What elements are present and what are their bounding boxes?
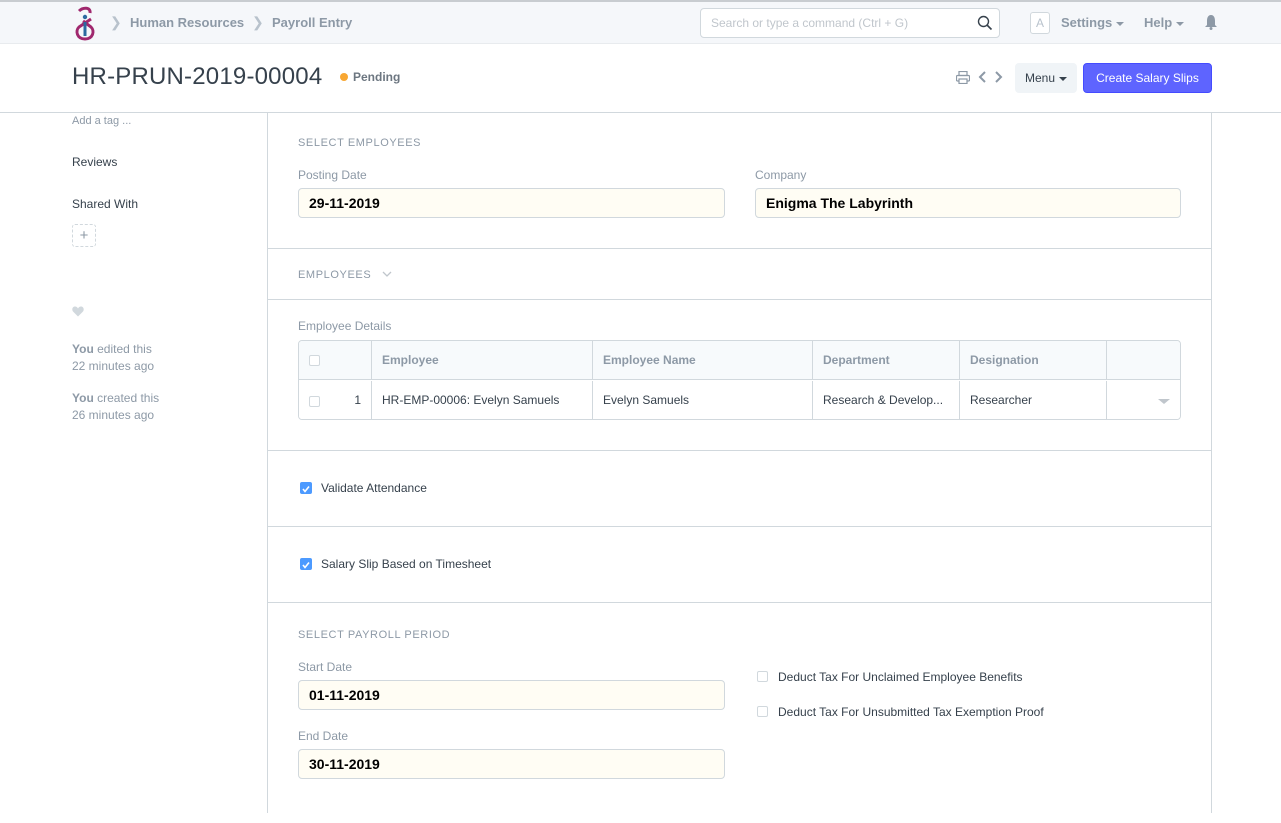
end-date-field[interactable]: 30-11-2019	[298, 749, 725, 779]
next-icon[interactable]	[993, 70, 1003, 84]
help-label: Help	[1144, 15, 1173, 30]
row-checkbox[interactable]	[309, 396, 320, 407]
settings-label: Settings	[1061, 15, 1113, 30]
posting-date-field[interactable]: 29-11-2019	[298, 188, 725, 218]
create-salary-slips-button[interactable]: Create Salary Slips	[1083, 63, 1212, 93]
section-title: SELECT PAYROLL PERIOD	[298, 629, 451, 641]
salary-slip-timesheet-label[interactable]: Salary Slip Based on Timesheet	[321, 557, 491, 571]
status-badge: Pending	[340, 70, 400, 84]
company-field[interactable]: Enigma The Labyrinth	[755, 188, 1181, 218]
table-row[interactable]: 1 HR-EMP-00006: Evelyn Samuels Evelyn Sa…	[299, 381, 1180, 419]
section-salary-slip-timesheet: Salary Slip Based on Timesheet	[268, 527, 1211, 603]
activity-time: 22 minutes ago	[72, 359, 155, 373]
caret-down-icon	[1176, 21, 1185, 26]
search-bar[interactable]	[700, 8, 1000, 38]
column-header: Employee	[372, 341, 593, 380]
settings-dropdown[interactable]: Settings	[1061, 15, 1125, 30]
shared-with-heading: Shared With	[72, 197, 139, 211]
activity-action: edited this	[93, 342, 152, 356]
activity-item: You created this 26 minutes ago	[72, 390, 159, 424]
activity-item: You edited this 22 minutes ago	[72, 341, 154, 375]
reviews-heading: Reviews	[72, 155, 118, 169]
navbar: ❯ Human Resources ❯ Payroll Entry A Sett…	[0, 0, 1281, 44]
chevron-down-icon[interactable]	[382, 270, 392, 278]
caret-down-icon	[1116, 21, 1125, 26]
employee-details-label: Employee Details	[298, 319, 392, 333]
column-header: Designation	[960, 341, 1107, 380]
previous-icon[interactable]	[978, 70, 988, 84]
add-tag-link[interactable]: Add a tag ...	[72, 115, 131, 127]
start-date-label: Start Date	[298, 660, 353, 674]
search-icon[interactable]	[977, 15, 993, 31]
add-share-button[interactable]: +	[72, 224, 96, 247]
help-dropdown[interactable]: Help	[1144, 15, 1185, 30]
row-expand-icon[interactable]	[1158, 399, 1170, 404]
activity-user: You	[72, 391, 94, 405]
like-heart-icon[interactable]	[72, 306, 84, 317]
end-date-label: End Date	[298, 729, 349, 743]
select-all-checkbox[interactable]	[309, 355, 320, 366]
app-logo-icon[interactable]	[73, 5, 97, 41]
page-title: HR-PRUN-2019-00004	[72, 63, 323, 90]
breadcrumb-payroll-entry[interactable]: Payroll Entry	[272, 15, 352, 30]
section-title: SELECT EMPLOYEES	[298, 137, 422, 149]
validate-attendance-label[interactable]: Validate Attendance	[321, 481, 427, 495]
breadcrumb-human-resources[interactable]: Human Resources	[130, 15, 244, 30]
deduct-unsubmitted-label[interactable]: Deduct Tax For Unsubmitted Tax Exemption…	[778, 705, 1044, 719]
row-actions-cell[interactable]	[1107, 381, 1180, 419]
column-header-actions	[1107, 341, 1180, 380]
page-header: HR-PRUN-2019-00004 Pending Menu Create S…	[0, 44, 1281, 113]
section-payroll-period: SELECT PAYROLL PERIOD Start Date 01-11-2…	[268, 603, 1211, 823]
select-all-cell	[299, 341, 372, 380]
deduct-unclaimed-checkbox[interactable]	[757, 671, 768, 682]
section-title[interactable]: EMPLOYEES	[298, 269, 371, 281]
activity-action: created this	[93, 391, 160, 405]
column-header: Employee Name	[593, 341, 813, 380]
department-cell[interactable]: Research & Develop...	[813, 381, 960, 419]
start-date-field[interactable]: 01-11-2019	[298, 680, 725, 710]
validate-attendance-checkbox[interactable]	[300, 482, 312, 494]
breadcrumb-separator-icon: ❯	[252, 14, 264, 30]
deduct-unclaimed-label[interactable]: Deduct Tax For Unclaimed Employee Benefi…	[778, 670, 1023, 684]
section-employees-header[interactable]: EMPLOYEES	[268, 249, 1211, 300]
salary-slip-timesheet-checkbox[interactable]	[300, 558, 312, 570]
status-label: Pending	[353, 70, 401, 84]
employee-name-cell[interactable]: Evelyn Samuels	[593, 381, 813, 419]
row-select-cell: 1	[299, 381, 372, 419]
column-header: Department	[813, 341, 960, 380]
company-label: Company	[755, 168, 807, 182]
table-header-row: Employee Employee Name Department Design…	[299, 341, 1180, 380]
section-select-employees: SELECT EMPLOYEES Posting Date 29-11-2019…	[268, 113, 1211, 249]
employee-details-table: Employee Employee Name Department Design…	[298, 340, 1181, 420]
row-index: 1	[354, 393, 361, 407]
posting-date-label: Posting Date	[298, 168, 367, 182]
form-body: SELECT EMPLOYEES Posting Date 29-11-2019…	[267, 113, 1212, 813]
printer-icon[interactable]	[956, 71, 970, 84]
employee-cell[interactable]: HR-EMP-00006: Evelyn Samuels	[372, 381, 593, 419]
notification-bell-icon[interactable]	[1204, 14, 1218, 30]
designation-cell[interactable]: Researcher	[960, 381, 1107, 419]
section-validate-attendance: Validate Attendance	[268, 451, 1211, 527]
checkmark-icon	[302, 486, 310, 493]
breadcrumb-separator-icon: ❯	[110, 14, 122, 30]
caret-down-icon	[1059, 76, 1068, 81]
menu-label: Menu	[1024, 71, 1056, 85]
search-input[interactable]	[701, 9, 961, 37]
activity-user: You	[72, 342, 94, 356]
menu-button[interactable]: Menu	[1015, 63, 1077, 93]
avatar[interactable]: A	[1030, 12, 1050, 34]
deduct-unsubmitted-checkbox[interactable]	[757, 706, 768, 717]
activity-time: 26 minutes ago	[72, 408, 155, 422]
status-dot-icon	[340, 73, 348, 81]
checkmark-icon	[302, 562, 310, 569]
